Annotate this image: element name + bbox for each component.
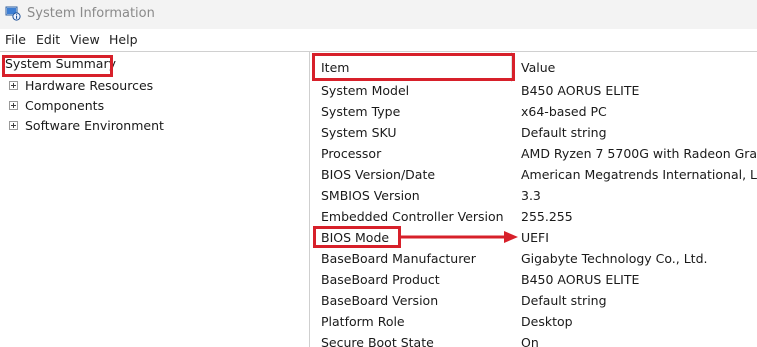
row-item: System Model	[321, 83, 410, 98]
row-value: 3.3	[521, 188, 541, 203]
category-tree: System Summary Hardware Resources Compon…	[0, 52, 310, 347]
table-row[interactable]: BaseBoard Manufacturer Gigabyte Technolo…	[311, 248, 757, 269]
column-header-label: Value	[521, 60, 556, 75]
row-item: Secure Boot State	[321, 335, 434, 347]
row-value: Gigabyte Technology Co., Ltd.	[521, 251, 708, 266]
row-value: Default string	[521, 125, 607, 140]
menu-edit[interactable]: Edit	[36, 32, 60, 47]
tree-item-label: Hardware Resources	[25, 78, 154, 93]
row-value: x64-based PC	[521, 104, 607, 119]
row-value: Desktop	[521, 314, 573, 329]
column-header-label: Item	[321, 60, 350, 75]
column-header-item[interactable]: Item	[311, 52, 511, 82]
row-item: BIOS Version/Date	[321, 167, 436, 182]
table-row[interactable]: Platform Role Desktop	[311, 311, 757, 332]
table-row[interactable]: Processor AMD Ryzen 7 5700G with Radeon …	[311, 143, 757, 164]
row-value: On	[521, 335, 539, 347]
table-row[interactable]: Secure Boot State On	[311, 332, 757, 347]
row-value: AMD Ryzen 7 5700G with Radeon Graph	[521, 146, 757, 161]
expand-icon[interactable]	[9, 121, 18, 130]
table-row[interactable]: System Type x64-based PC	[311, 101, 757, 122]
menu-bar: File Edit View Help	[0, 29, 757, 51]
row-value: B450 AORUS ELITE	[521, 272, 640, 287]
row-value: B450 AORUS ELITE	[521, 83, 640, 98]
row-item: BIOS Mode	[321, 230, 390, 245]
system-information-icon	[5, 6, 21, 21]
expand-icon[interactable]	[9, 81, 18, 90]
table-row[interactable]: System Model B450 AORUS ELITE	[311, 80, 757, 101]
row-value: American Megatrends International, LLC.	[521, 167, 757, 182]
row-item: Embedded Controller Version	[321, 209, 504, 224]
row-item: BaseBoard Manufacturer	[321, 251, 476, 266]
row-value: UEFI	[521, 230, 549, 245]
details-table: Item Value System Model B450 AORUS ELITE…	[311, 52, 757, 347]
table-row[interactable]: BaseBoard Version Default string	[311, 290, 757, 311]
row-item: System Type	[321, 104, 401, 119]
menu-view[interactable]: View	[70, 32, 100, 47]
row-item: BaseBoard Product	[321, 272, 440, 287]
row-value: 255.255	[521, 209, 573, 224]
table-row[interactable]: BIOS Mode UEFI	[311, 227, 757, 248]
row-item: SMBIOS Version	[321, 188, 420, 203]
column-header-value[interactable]: Value	[511, 52, 757, 82]
row-item: Platform Role	[321, 314, 405, 329]
row-value: Default string	[521, 293, 607, 308]
tree-item-label: Software Environment	[25, 118, 164, 133]
table-row[interactable]: Embedded Controller Version 255.255	[311, 206, 757, 227]
row-item: BaseBoard Version	[321, 293, 439, 308]
expand-icon[interactable]	[9, 101, 18, 110]
menu-help[interactable]: Help	[109, 32, 138, 47]
tree-item-label: Components	[25, 98, 105, 113]
title-bar: System Information	[0, 0, 757, 29]
table-row[interactable]: BaseBoard Product B450 AORUS ELITE	[311, 269, 757, 290]
window-title: System Information	[27, 6, 155, 21]
table-row[interactable]: BIOS Version/Date American Megatrends In…	[311, 164, 757, 185]
table-row[interactable]: System SKU Default string	[311, 122, 757, 143]
tree-item-system-summary[interactable]: System Summary	[5, 56, 116, 71]
row-item: System SKU	[321, 125, 397, 140]
table-row[interactable]: SMBIOS Version 3.3	[311, 185, 757, 206]
menu-file[interactable]: File	[5, 32, 26, 47]
row-item: Processor	[321, 146, 382, 161]
